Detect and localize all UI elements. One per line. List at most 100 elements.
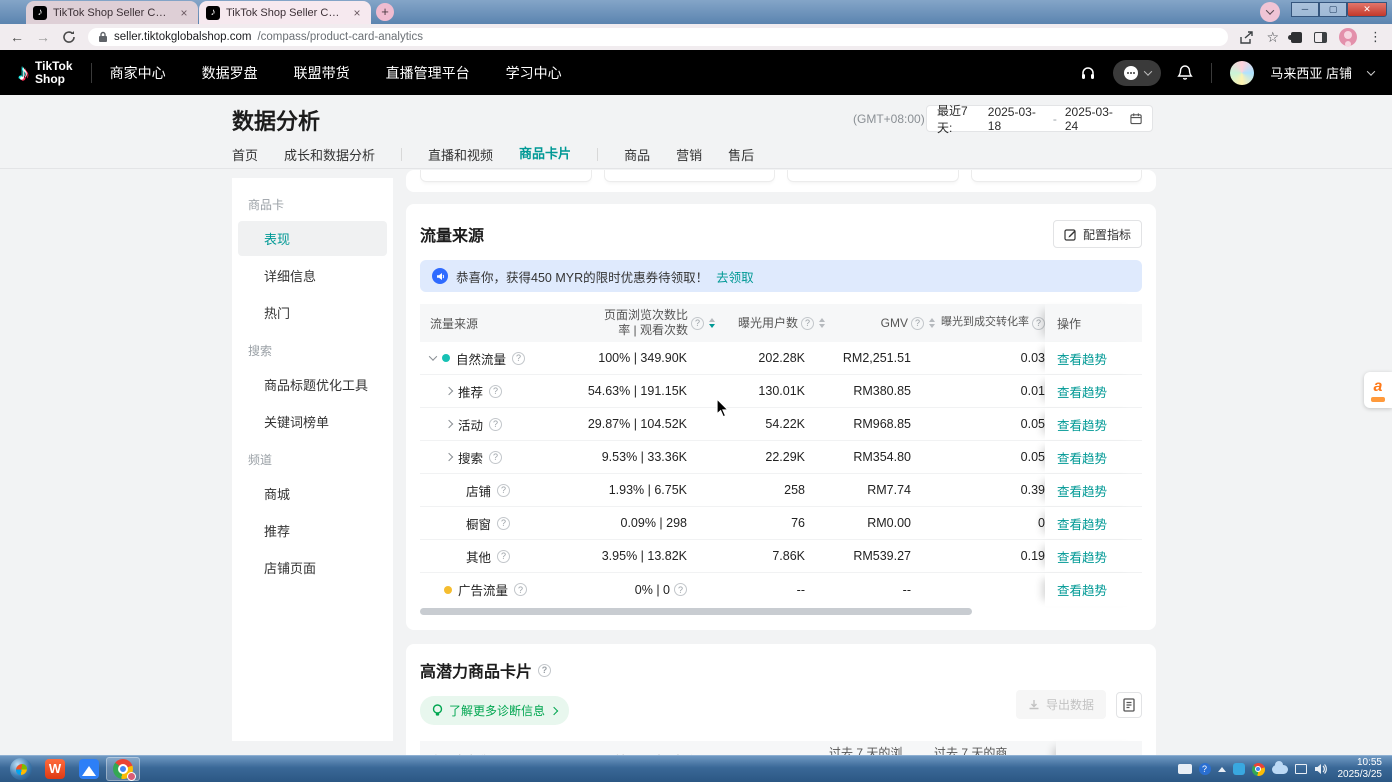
sidebar-item-mall[interactable]: 商城 bbox=[238, 476, 387, 511]
info-icon[interactable] bbox=[691, 317, 704, 330]
minimize-button[interactable]: ─ bbox=[1291, 2, 1319, 17]
nav-item-learning-center[interactable]: 学习中心 bbox=[506, 63, 562, 83]
configure-metrics-button[interactable]: 配置指标 bbox=[1053, 220, 1142, 248]
profile-avatar[interactable] bbox=[1339, 28, 1357, 46]
view-trend-link[interactable]: 查看趋势 bbox=[1057, 580, 1107, 599]
input-method-icon[interactable] bbox=[1178, 764, 1192, 774]
info-icon[interactable] bbox=[489, 451, 502, 464]
info-icon[interactable] bbox=[538, 664, 551, 677]
view-trend-link[interactable]: 查看趋势 bbox=[1057, 382, 1107, 401]
browser-tab-2[interactable]: TikTok Shop Seller Center | Cre bbox=[199, 1, 371, 24]
col-exposed-users[interactable]: 曝光用户数 bbox=[715, 316, 825, 331]
tray-app-icon[interactable] bbox=[1233, 763, 1245, 775]
browser-tab-bar: TikTok Shop Seller Center | Cre TikTok S… bbox=[0, 0, 1392, 24]
table-row-search: 搜索 9.53% | 33.36K 22.29K RM354.80 0.05 查… bbox=[420, 441, 1142, 474]
extensions-icon[interactable] bbox=[1291, 32, 1302, 43]
collapse-icon[interactable] bbox=[429, 352, 437, 360]
date-range-picker[interactable]: 最近7天: 2025-03-18 - 2025-03-24 bbox=[926, 105, 1153, 132]
tab-close-icon[interactable] bbox=[177, 6, 191, 20]
claim-coupon-link[interactable]: 去领取 bbox=[716, 267, 754, 286]
info-icon[interactable] bbox=[497, 484, 510, 497]
sidebar-item-performance[interactable]: 表现 bbox=[238, 221, 387, 256]
info-icon[interactable] bbox=[514, 583, 527, 596]
bookmark-star-icon[interactable]: ☆ bbox=[1266, 29, 1279, 46]
export-data-button[interactable]: 导出数据 bbox=[1016, 690, 1106, 719]
new-tab-button[interactable] bbox=[376, 3, 394, 21]
view-trend-link[interactable]: 查看趋势 bbox=[1057, 481, 1107, 500]
url-domain: seller.tiktokglobalshop.com bbox=[114, 31, 251, 43]
back-icon[interactable]: ← bbox=[10, 29, 24, 45]
horizontal-scrollbar[interactable] bbox=[420, 608, 972, 615]
windows-logo-icon bbox=[15, 764, 27, 775]
col-gmv[interactable]: GMV bbox=[825, 316, 935, 331]
chevron-down-icon bbox=[1144, 67, 1152, 75]
help-icon[interactable] bbox=[1199, 763, 1211, 775]
store-name[interactable]: 马来西亚 店铺 bbox=[1270, 63, 1352, 82]
side-panel-icon[interactable] bbox=[1314, 32, 1327, 43]
view-trend-link[interactable]: 查看趋势 bbox=[1057, 415, 1107, 434]
messages-button[interactable] bbox=[1113, 60, 1161, 86]
nav-item-live-platform[interactable]: 直播管理平台 bbox=[386, 63, 470, 83]
floating-promo-widget[interactable] bbox=[1364, 372, 1392, 408]
info-icon[interactable] bbox=[497, 517, 510, 530]
divider bbox=[1211, 63, 1212, 83]
nav-item-data-compass[interactable]: 数据罗盘 bbox=[202, 63, 258, 83]
close-button[interactable]: ✕ bbox=[1347, 2, 1387, 17]
sidebar-item-shop-page[interactable]: 店铺页面 bbox=[238, 550, 387, 585]
diagnosis-link[interactable]: 了解更多诊断信息 bbox=[420, 696, 569, 725]
show-hidden-icons[interactable] bbox=[1218, 767, 1226, 772]
taskbar-clock[interactable]: 10:55 2025/3/25 bbox=[1338, 757, 1383, 782]
store-avatar[interactable] bbox=[1230, 61, 1254, 85]
sidebar-item-keyword-ranking[interactable]: 关键词榜单 bbox=[238, 404, 387, 439]
tray-cloud-icon[interactable] bbox=[1272, 765, 1288, 774]
taskbar-meeting-icon[interactable] bbox=[72, 757, 106, 781]
view-trend-link[interactable]: 查看趋势 bbox=[1057, 448, 1107, 467]
address-bar[interactable]: seller.tiktokglobalshop.com/compass/prod… bbox=[88, 28, 1228, 46]
headset-icon[interactable] bbox=[1079, 64, 1097, 82]
info-icon[interactable] bbox=[512, 352, 525, 365]
nav-item-affiliate[interactable]: 联盟带货 bbox=[294, 63, 350, 83]
screen: TikTok Shop Seller Center | Cre TikTok S… bbox=[0, 0, 1392, 782]
sidebar-item-trending[interactable]: 热门 bbox=[238, 295, 387, 330]
promo-label-bar bbox=[1371, 397, 1385, 402]
col-exposure-cvr[interactable]: 曝光到成交转化率 bbox=[935, 316, 1045, 330]
forward-icon[interactable]: → bbox=[36, 29, 50, 45]
tab-close-icon[interactable] bbox=[350, 6, 364, 20]
traffic-source-title: 流量来源 bbox=[420, 222, 484, 246]
sidebar-item-details[interactable]: 详细信息 bbox=[238, 258, 387, 293]
sidebar-item-title-optimizer[interactable]: 商品标题优化工具 bbox=[238, 367, 387, 402]
report-button[interactable] bbox=[1116, 692, 1142, 718]
info-icon[interactable] bbox=[1032, 317, 1045, 330]
volume-icon[interactable] bbox=[1314, 763, 1327, 775]
col-traffic-source: 流量来源 bbox=[420, 315, 575, 332]
view-trend-link[interactable]: 查看趋势 bbox=[1057, 349, 1107, 368]
info-icon[interactable] bbox=[911, 317, 924, 330]
view-trend-link[interactable]: 查看趋势 bbox=[1057, 547, 1107, 566]
taskbar-wps-icon[interactable] bbox=[38, 757, 72, 781]
info-icon[interactable] bbox=[497, 550, 510, 563]
info-icon[interactable] bbox=[801, 317, 814, 330]
info-icon[interactable] bbox=[674, 583, 687, 596]
nav-item-seller-center[interactable]: 商家中心 bbox=[110, 63, 166, 83]
share-icon[interactable] bbox=[1240, 31, 1254, 44]
tiktok-shop-logo[interactable]: TikTok Shop bbox=[35, 60, 73, 85]
reload-icon[interactable] bbox=[62, 30, 76, 44]
view-trend-link[interactable]: 查看趋势 bbox=[1057, 514, 1107, 533]
expand-icon[interactable] bbox=[445, 387, 453, 395]
notification-bell-icon[interactable] bbox=[1177, 64, 1193, 81]
expand-icon[interactable] bbox=[445, 453, 453, 461]
start-button[interactable] bbox=[10, 758, 32, 780]
divider bbox=[401, 148, 402, 161]
taskbar-chrome-icon[interactable] bbox=[106, 757, 140, 781]
sidebar-item-recommend[interactable]: 推荐 bbox=[238, 513, 387, 548]
tab-search-button[interactable] bbox=[1260, 2, 1280, 22]
browser-menu-icon[interactable] bbox=[1369, 28, 1382, 46]
info-icon[interactable] bbox=[489, 418, 502, 431]
info-icon[interactable] bbox=[489, 385, 502, 398]
col-pageview-ratio[interactable]: 页面浏览次数比率 | 观看次数 bbox=[575, 308, 715, 338]
tray-chrome-icon[interactable] bbox=[1252, 763, 1265, 776]
network-icon[interactable] bbox=[1295, 764, 1307, 774]
maximize-button[interactable]: ▢ bbox=[1319, 2, 1347, 17]
browser-tab-1[interactable]: TikTok Shop Seller Center | Cre bbox=[26, 1, 198, 24]
expand-icon[interactable] bbox=[445, 420, 453, 428]
